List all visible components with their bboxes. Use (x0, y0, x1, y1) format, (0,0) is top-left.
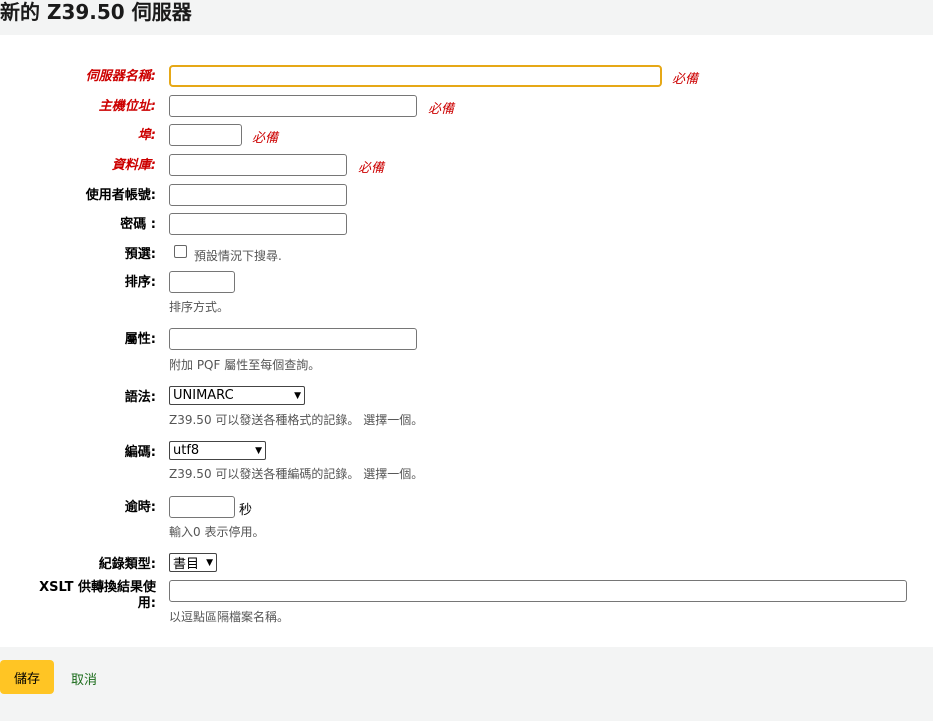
chevron-down-icon: ▼ (206, 557, 213, 568)
port-label: 埠: (137, 128, 156, 143)
chevron-down-icon: ▼ (294, 390, 301, 401)
record-type-select[interactable]: 書目 ▼ (169, 553, 217, 572)
password-input[interactable] (169, 213, 347, 235)
attributes-input[interactable] (169, 328, 417, 350)
record-type-label: 紀錄類型: (98, 557, 156, 572)
host-input[interactable] (169, 95, 417, 117)
database-label: 資料庫: (111, 158, 156, 173)
password-label: 密碼 : (120, 217, 156, 232)
database-required: 必備 (358, 161, 385, 176)
syntax-select[interactable]: UNIMARC ▼ (169, 386, 305, 405)
cancel-link[interactable]: 取消 (71, 669, 97, 688)
preselected-checkbox[interactable] (174, 245, 187, 258)
encoding-hint: Z39.50 可以發送各種編碼的記錄。 選擇一個。 (169, 467, 424, 481)
page-title: 新的 Z39.50 伺服器 (0, 0, 192, 24)
userid-input[interactable] (169, 184, 347, 206)
host-required: 必備 (428, 102, 455, 117)
encoding-label: 編碼: (124, 445, 156, 460)
port-input[interactable] (169, 124, 242, 146)
encoding-select[interactable]: utf8 ▼ (169, 441, 266, 460)
timeout-input[interactable] (169, 496, 235, 518)
host-label: 主機位址: (98, 99, 156, 114)
chevron-down-icon: ▼ (255, 445, 262, 456)
server-name-required: 必備 (672, 72, 699, 87)
preselected-checkbox-label: 預設情況下搜尋. (194, 249, 282, 263)
server-name-input[interactable] (169, 65, 662, 87)
attributes-label: 屬性: (124, 332, 156, 347)
encoding-selected-value: utf8 (173, 443, 200, 458)
timeout-unit: 秒 (239, 503, 253, 518)
xslt-hint: 以逗點區隔檔案名稱。 (169, 610, 290, 624)
database-input[interactable] (169, 154, 347, 176)
rank-label: 排序: (124, 275, 156, 290)
xslt-input[interactable] (169, 580, 907, 602)
rank-hint: 排序方式。 (169, 300, 230, 314)
userid-label: 使用者帳號: (85, 188, 156, 203)
record-type-selected-value: 書目 (173, 557, 200, 572)
timeout-hint: 輸入0 表示停用。 (169, 525, 265, 539)
syntax-hint: Z39.50 可以發送各種格式的記錄。 選擇一個。 (169, 413, 424, 427)
preselected-label: 預選: (124, 247, 156, 262)
port-required: 必備 (252, 131, 279, 146)
save-button[interactable]: 儲存 (0, 660, 54, 694)
xslt-label: XSLT 供轉換結果使用: (39, 580, 156, 611)
form-actions (0, 647, 933, 721)
syntax-selected-value: UNIMARC (173, 388, 234, 403)
syntax-label: 語法: (124, 390, 156, 405)
attributes-hint: 附加 PQF 屬性至每個查詢。 (169, 358, 321, 372)
server-name-label: 伺服器名稱: (85, 69, 156, 84)
timeout-label: 逾時: (124, 500, 156, 515)
rank-input[interactable] (169, 271, 235, 293)
